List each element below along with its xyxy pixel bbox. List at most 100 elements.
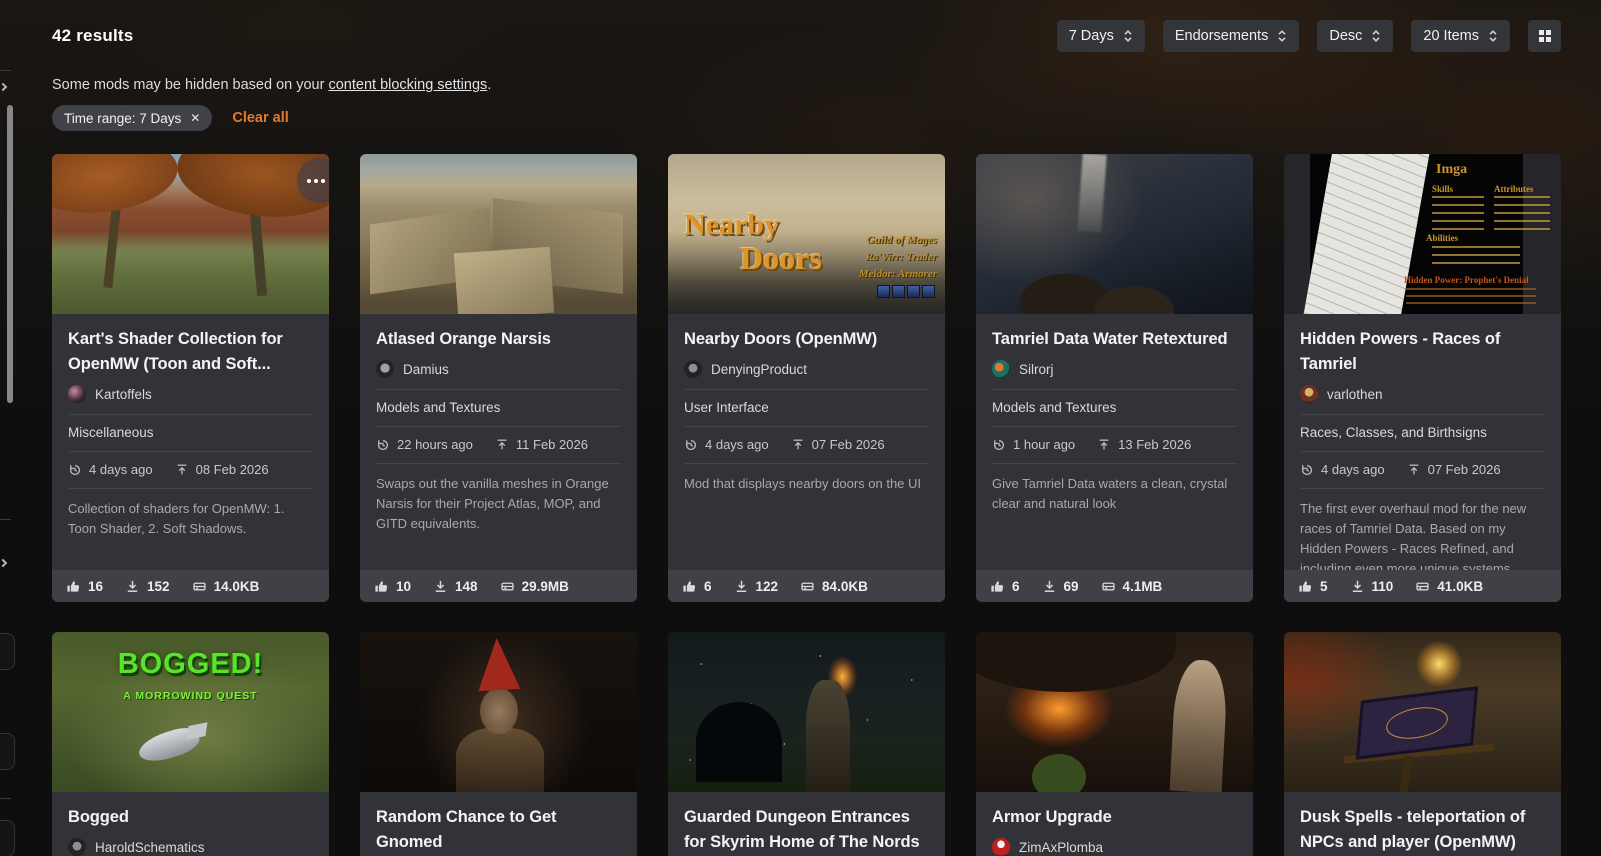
mod-title[interactable]: Random Chance to Get Gnomed (376, 805, 621, 855)
sheet-title-text: Imga (1436, 162, 1468, 177)
mod-author[interactable]: DenyingProduct (684, 360, 929, 389)
mod-title[interactable]: Armor Upgrade (992, 805, 1237, 830)
mod-thumbnail[interactable] (1284, 632, 1561, 792)
wooden-stand-leg-shape (1399, 755, 1413, 792)
mod-card: Nearby Doors Guild of Mages Ra'Virr: Tra… (668, 154, 945, 602)
thumbnail-caption: A MORROWIND QUEST (123, 690, 258, 702)
divider (684, 463, 929, 464)
drive-icon (1416, 582, 1429, 590)
mod-stats-bar: 6 69 4.1MB (976, 570, 1253, 602)
time-range-select[interactable]: 7 Days (1056, 20, 1145, 52)
mod-description: Collection of shaders for OpenMW: 1. Too… (68, 501, 285, 536)
sidebar-divider (0, 519, 11, 520)
mod-thumbnail[interactable] (360, 632, 637, 792)
grid-view-button[interactable] (1528, 20, 1561, 52)
thumbnail-logo-text: BOGGED! (117, 648, 264, 680)
divider (1300, 488, 1545, 489)
mod-category[interactable]: Races, Classes, and Birthsigns (1300, 415, 1545, 451)
mod-meta: 4 days ago 07 Feb 2026 (684, 427, 929, 463)
upload-icon (1409, 464, 1418, 474)
author-name: HaroldSchematics (95, 839, 205, 855)
mod-author[interactable]: ZimAxPlomba (992, 838, 1237, 856)
history-clock-icon (377, 439, 389, 450)
mod-card: Armor Upgrade ZimAxPlomba (976, 632, 1253, 856)
ui-door-icons (877, 285, 935, 298)
time-range-filter-chip[interactable]: Time range: 7 Days ✕ (52, 105, 213, 131)
mod-thumbnail[interactable] (360, 154, 637, 314)
file-size-stat: 41.0KB (1415, 579, 1483, 594)
clear-all-filters-link[interactable]: Clear all (232, 110, 288, 126)
mod-card: Imga Skills Attributes Abilities Hidden … (1284, 154, 1561, 602)
sort-chevrons-icon (1372, 30, 1380, 42)
mod-thumbnail[interactable] (668, 632, 945, 792)
download-icon (1352, 580, 1362, 592)
page-size-select[interactable]: 20 Items (1411, 20, 1510, 52)
mod-title[interactable]: Nearby Doors (OpenMW) (684, 327, 929, 352)
thumbs-up-icon (1299, 580, 1312, 592)
sort-by-select[interactable]: Endorsements (1162, 20, 1300, 52)
mod-thumbnail[interactable] (52, 154, 329, 314)
author-name: Kartoffels (95, 386, 152, 402)
mod-author[interactable]: Kartoffels (68, 385, 313, 414)
sidebar-filter-box[interactable] (0, 820, 15, 856)
remove-filter-icon[interactable]: ✕ (190, 111, 200, 125)
mod-title[interactable]: Tamriel Data Water Retextured (992, 327, 1237, 352)
mod-title[interactable]: Kart's Shader Collection for OpenMW (Too… (68, 327, 313, 377)
endorsements-stat: 6 (682, 579, 712, 594)
mod-card: Dusk Spells - teleportation of NPCs and … (1284, 632, 1561, 856)
thumbnail-logo-text: Nearby (684, 208, 779, 241)
mod-results-grid: Kart's Shader Collection for OpenMW (Too… (52, 154, 1561, 856)
author-avatar (1300, 385, 1318, 403)
mod-thumbnail[interactable]: Nearby Doors Guild of Mages Ra'Virr: Tra… (668, 154, 945, 314)
mod-category[interactable]: Miscellaneous (68, 415, 313, 451)
download-icon (1044, 580, 1054, 592)
fish-fin-shape (186, 722, 208, 740)
updated-time: 4 days ago (68, 462, 153, 477)
mod-title[interactable]: Bogged (68, 805, 313, 830)
downloads-stat: 69 (1042, 579, 1079, 594)
mod-card: Random Chance to Get Gnomed GrumblingVom… (360, 632, 637, 856)
thumbs-up-icon (991, 580, 1004, 592)
mod-thumbnail[interactable] (976, 632, 1253, 792)
author-avatar (684, 360, 702, 378)
content-blocking-settings-link[interactable]: content blocking settings (328, 77, 487, 93)
mod-category[interactable]: Models and Textures (992, 390, 1237, 426)
file-size-stat: 14.0KB (192, 579, 259, 594)
mod-thumbnail[interactable]: BOGGED! A MORROWIND QUEST (52, 632, 329, 792)
upload-date: 13 Feb 2026 (1097, 437, 1191, 452)
divider (376, 463, 621, 464)
upload-date: 07 Feb 2026 (1407, 462, 1501, 477)
mod-author[interactable]: Damius (376, 360, 621, 389)
mod-category[interactable]: Models and Textures (376, 390, 621, 426)
mod-author[interactable]: Silrorj (992, 360, 1237, 389)
mod-title[interactable]: Guarded Dungeon Entrances for Skyrim Hom… (684, 805, 929, 855)
sidebar-divider (0, 70, 11, 71)
downloads-stat: 110 (1350, 579, 1393, 594)
divider (68, 488, 313, 489)
author-name: Silrorj (1019, 361, 1054, 377)
mod-title[interactable]: Atlased Orange Narsis (376, 327, 621, 352)
mod-title[interactable]: Hidden Powers - Races of Tamriel (1300, 327, 1545, 377)
sort-chevrons-icon (1489, 30, 1497, 42)
download-icon (127, 580, 138, 592)
thumbs-up-icon (67, 580, 80, 592)
mod-author[interactable]: HaroldSchematics (68, 838, 313, 856)
sort-chevrons-icon (1278, 30, 1286, 42)
thumbs-up-icon (683, 580, 696, 592)
kebab-icon (313, 178, 318, 183)
mod-title[interactable]: Dusk Spells - teleportation of NPCs and … (1300, 805, 1545, 855)
author-avatar (992, 838, 1010, 856)
mod-thumbnail[interactable]: Imga Skills Attributes Abilities Hidden … (1284, 154, 1561, 314)
mod-thumbnail[interactable] (976, 154, 1253, 314)
mod-stats-bar: 10 148 29.9MB (360, 570, 637, 602)
sidebar-filter-box[interactable] (0, 733, 15, 770)
sort-direction-select[interactable]: Desc (1317, 20, 1394, 52)
upload-icon (177, 464, 186, 474)
vertical-scrollbar[interactable] (7, 105, 13, 403)
history-clock-icon (993, 439, 1005, 450)
sidebar-filter-box[interactable] (0, 633, 15, 670)
cave-entrance-shape (696, 702, 782, 782)
mod-category[interactable]: User Interface (684, 390, 929, 426)
mod-author[interactable]: varlothen (1300, 385, 1545, 414)
upload-date: 07 Feb 2026 (791, 437, 885, 452)
